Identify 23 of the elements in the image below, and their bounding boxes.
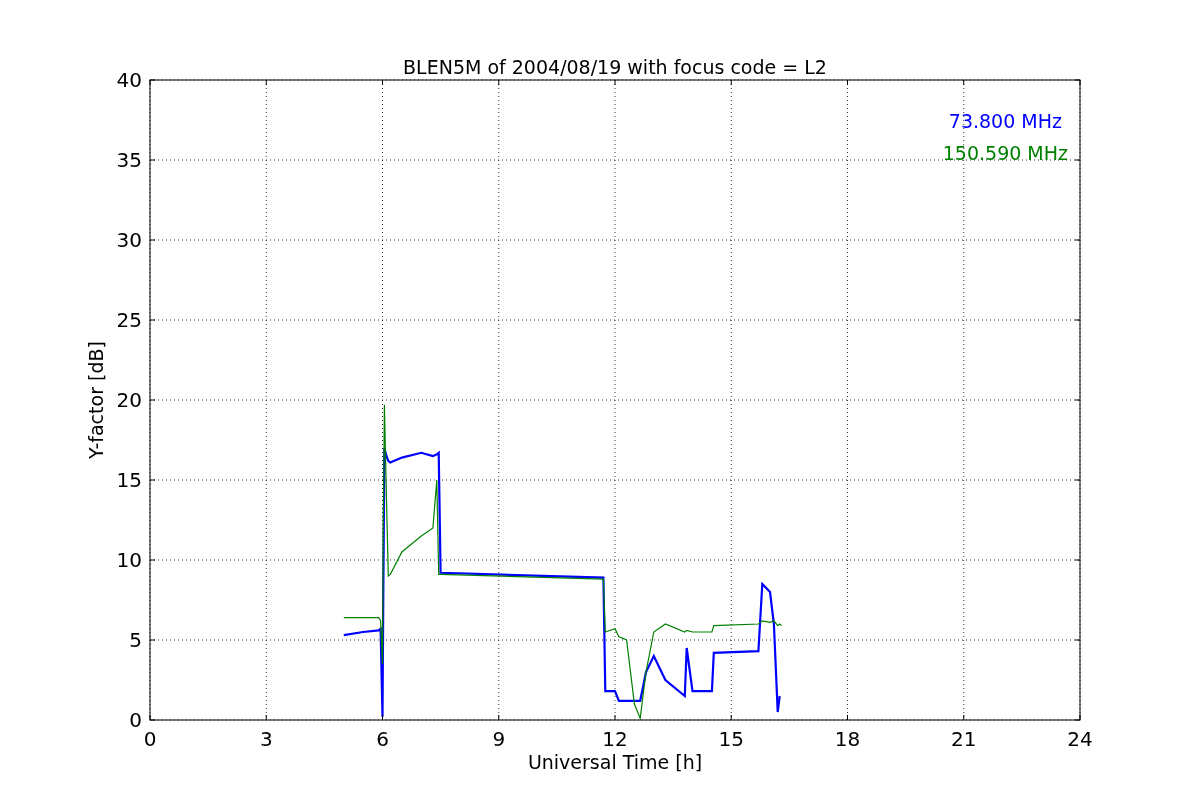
tick-label: 3 <box>259 727 273 751</box>
tick-label: 12 <box>602 727 628 751</box>
legend-label: 73.800 MHz <box>948 110 1062 132</box>
tick-label: 15 <box>116 468 142 492</box>
tick-label: 5 <box>129 628 142 652</box>
tick-label: 6 <box>376 727 389 751</box>
tick-label: 24 <box>1067 727 1093 751</box>
tick-label: 0 <box>129 708 142 732</box>
tick-label: 0 <box>143 727 157 751</box>
tick-label: 10 <box>116 548 142 572</box>
tick-label: 35 <box>116 148 142 172</box>
chart-title: BLEN5M of 2004/08/19 with focus code = L2 <box>403 56 827 78</box>
tick-label: 40 <box>116 68 142 92</box>
legend-label: 150.590 MHz <box>942 142 1068 164</box>
tick-label: 20 <box>116 388 142 412</box>
tick-label: 15 <box>718 727 744 751</box>
tick-label: 9 <box>492 727 506 751</box>
x-axis-label: Universal Time [h] <box>527 751 703 773</box>
tick-label: 18 <box>834 727 861 751</box>
tick-label: 30 <box>116 228 142 252</box>
tick-label: 21 <box>951 727 977 751</box>
tick-label: 25 <box>116 308 142 332</box>
y-axis-label: Y-factor [dB] <box>85 341 107 459</box>
